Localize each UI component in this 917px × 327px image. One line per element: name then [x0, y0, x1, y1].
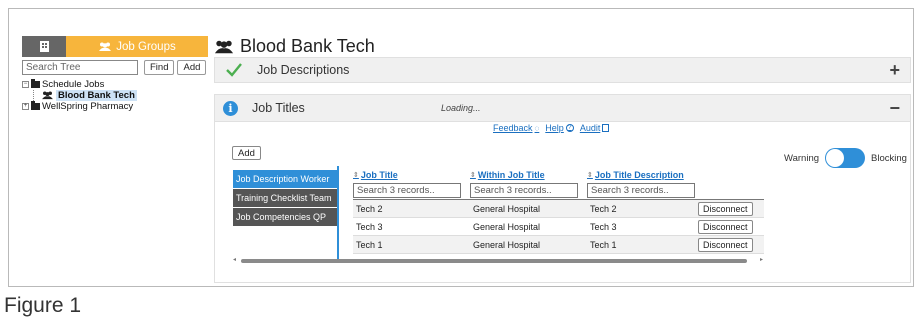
filter-description-input[interactable]: [587, 182, 695, 198]
tree-search-row: Find Add: [22, 60, 208, 75]
tree-item-label: WellSpring Pharmacy: [42, 101, 134, 112]
column-label: Job Title Description: [594, 170, 684, 180]
tab-job-groups-label: Job Groups: [116, 40, 176, 53]
cell-description: Tech 3: [590, 221, 617, 232]
find-button[interactable]: Find: [144, 60, 175, 75]
feedback-link[interactable]: Feedback ◌: [493, 123, 539, 133]
switch-knob: [826, 149, 845, 167]
column-label: Job Title: [360, 170, 398, 180]
users-icon: [214, 40, 234, 53]
cell-description: Tech 1: [590, 239, 617, 250]
audit-icon: [602, 124, 610, 132]
tree-item-blood-bank-tech[interactable]: Blood Bank Tech: [33, 90, 208, 101]
column-header-within-job-title[interactable]: ⇕ Within Job Title: [470, 169, 587, 181]
cell-job-title: Tech 2: [356, 203, 383, 214]
users-icon: [99, 42, 112, 51]
disconnect-button[interactable]: Disconnect: [698, 237, 753, 252]
building-icon: [39, 41, 49, 52]
side-item-job-description-worker[interactable]: Job Description Worker: [233, 170, 337, 188]
switch-left-label: Warning: [784, 152, 820, 164]
tab-job-groups[interactable]: Job Groups: [66, 36, 208, 57]
collapse-icon[interactable]: −: [22, 81, 29, 88]
grid-filter-row: [353, 181, 764, 200]
column-header-job-title-description[interactable]: ⇕ Job Title Description: [587, 169, 704, 181]
job-titles-grid: ⇕ Job Title ⇕ Within Job Title ⇕ Job Title …: [353, 169, 764, 254]
warning-blocking-switch: Warning Blocking: [784, 148, 907, 168]
help-link[interactable]: Help?: [545, 123, 574, 133]
add-tree-button[interactable]: Add: [177, 60, 207, 75]
add-button[interactable]: Add: [232, 146, 261, 160]
grid-header: ⇕ Job Title ⇕ Within Job Title ⇕ Job Title …: [353, 169, 764, 181]
filter-job-title-input[interactable]: [353, 182, 461, 198]
section-job-descriptions[interactable]: Job Descriptions +: [214, 57, 911, 83]
job-tree: − Schedule Jobs Blood Bank Tech + WellSp…: [22, 79, 208, 112]
audit-link[interactable]: Audit: [580, 123, 610, 133]
collapse-minus-icon[interactable]: −: [889, 99, 900, 117]
side-list-divider: [337, 166, 339, 260]
tree-item-label: Schedule Jobs: [42, 79, 105, 90]
left-tabs: Job Groups: [22, 36, 208, 57]
help-icon: ?: [565, 124, 574, 132]
sort-icon: ⇕: [353, 172, 359, 179]
expand-plus-icon[interactable]: +: [889, 61, 900, 79]
disconnect-button[interactable]: Disconnect: [698, 219, 753, 234]
cell-job-title: Tech 3: [356, 221, 383, 232]
tree-connector: [33, 90, 39, 101]
table-row: Tech 2 General Hospital Tech 2 Disconnec…: [353, 200, 764, 218]
tab-building[interactable]: [22, 36, 66, 57]
scroll-right-icon[interactable]: ▸: [760, 256, 763, 263]
feedback-label: Feedback: [493, 123, 533, 133]
search-tree-input[interactable]: [22, 60, 138, 75]
scrollbar-thumb[interactable]: [241, 259, 747, 263]
section-job-titles[interactable]: i Job Titles Loading... −: [214, 94, 911, 122]
cell-within-job-title: General Hospital: [473, 239, 541, 250]
table-row: Tech 1 General Hospital Tech 1 Disconnec…: [353, 236, 764, 254]
filter-within-job-title-input[interactable]: [470, 182, 578, 198]
column-label: Within Job Title: [477, 170, 545, 180]
sort-icon: ⇕: [587, 172, 593, 179]
cell-description: Tech 2: [590, 203, 617, 214]
side-item-training-checklist-team[interactable]: Training Checklist Team: [233, 189, 337, 207]
left-panel: Job Groups Find Add − Schedule Jobs Bloo…: [22, 36, 208, 112]
cell-within-job-title: General Hospital: [473, 203, 541, 214]
scroll-left-icon[interactable]: ◂: [233, 256, 236, 263]
figure-caption: Figure 1: [4, 294, 82, 317]
folder-icon: [31, 101, 40, 110]
speech-bubble-icon: ◌: [534, 123, 540, 133]
disconnect-button[interactable]: Disconnect: [698, 201, 753, 216]
horizontal-scrollbar[interactable]: ◂ ▸: [233, 256, 763, 265]
side-item-job-competencies-qp[interactable]: Job Competencies QP: [233, 208, 337, 226]
loading-status: Loading...: [441, 103, 481, 113]
section-label: Job Titles: [252, 101, 305, 115]
sort-icon: ⇕: [470, 172, 476, 179]
cell-within-job-title: General Hospital: [473, 221, 541, 232]
audit-label: Audit: [579, 123, 601, 133]
section-label: Job Descriptions: [257, 63, 350, 77]
page-title: Blood Bank Tech: [240, 36, 375, 56]
tree-item-label: Blood Bank Tech: [56, 90, 137, 101]
users-icon: [42, 91, 53, 100]
folder-icon: [31, 79, 40, 88]
grid-body: Tech 2 General Hospital Tech 2 Disconnec…: [353, 200, 764, 254]
tree-item-wellspring-pharmacy[interactable]: + WellSpring Pharmacy: [22, 101, 208, 112]
cell-job-title: Tech 1: [356, 239, 383, 250]
job-titles-panel: Feedback ◌ Help? Audit Add Warning Blocki…: [214, 122, 911, 283]
toggle-switch[interactable]: [825, 148, 866, 168]
panel-links: Feedback ◌ Help? Audit: [493, 123, 610, 133]
info-icon: i: [223, 100, 238, 116]
page-title-row: Blood Bank Tech: [214, 36, 375, 57]
check-icon: [226, 63, 242, 77]
side-list: Job Description Worker Training Checklis…: [233, 170, 337, 227]
tree-item-schedule-jobs[interactable]: − Schedule Jobs: [22, 79, 208, 90]
expand-icon[interactable]: +: [22, 103, 29, 110]
column-header-job-title[interactable]: ⇕ Job Title: [353, 169, 470, 181]
table-row: Tech 3 General Hospital Tech 3 Disconnec…: [353, 218, 764, 236]
switch-right-label: Blocking: [871, 152, 907, 164]
help-label: Help: [545, 123, 564, 133]
